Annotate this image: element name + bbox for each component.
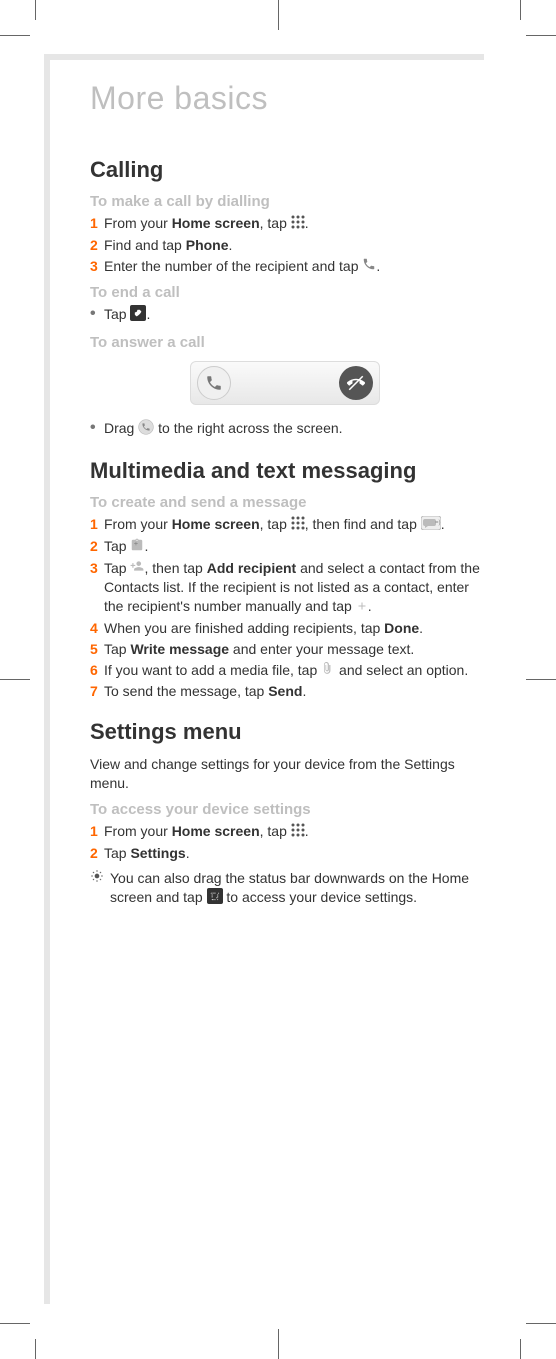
list-item: 4 When you are finished adding recipient… [90,619,480,638]
step-text: From your Home screen, tap . [104,822,480,842]
apps-grid-icon [291,823,305,842]
step-text: Enter the number of the recipient and ta… [104,257,480,277]
step-number: 1 [90,822,104,842]
drag-handle-icon [138,419,154,440]
settings-intro: View and change settings for your device… [90,755,480,793]
list-item: 3 Tap , then tap Add recipient and selec… [90,559,480,617]
tip-text: You can also drag the status bar downwar… [110,869,480,909]
step-number: 2 [90,236,104,255]
step-number: 7 [90,682,104,701]
step-text: Tap Settings. [104,844,480,863]
step-number: 2 [90,844,104,863]
apps-grid-icon [291,516,305,535]
dial-call-icon [362,257,376,276]
list-item: 3 Enter the number of the recipient and … [90,257,480,277]
step-text: From your Home screen, tap , then find a… [104,515,480,535]
reject-icon [339,366,373,400]
add-contact-icon [130,559,144,578]
step-number: 3 [90,257,104,277]
end-call-icon [130,305,146,326]
page-content: More basics Calling To make a call by di… [90,80,480,927]
quick-settings-icon [207,888,223,909]
list-item: 2 Tap Settings. [90,844,480,863]
list-item: 1 From your Home screen, tap . [90,822,480,842]
list-item: 1 From your Home screen, tap . [90,214,480,234]
list-item: 5 Tap Write message and enter your messa… [90,640,480,659]
messaging-app-icon: =) [421,516,441,535]
hint-icon [90,869,110,909]
heading-settings: Settings menu [90,719,480,745]
step-text: Drag to the right across the screen. [104,419,480,440]
subheading-answer-call: To answer a call [90,334,480,351]
step-text: Tap Write message and enter your message… [104,640,480,659]
step-number: 2 [90,537,104,557]
heading-messaging: Multimedia and text messaging [90,458,480,484]
subheading-end-call: To end a call [90,284,480,301]
step-text: If you want to add a media file, tap and… [104,661,480,681]
bullet: • [90,305,104,326]
step-text: Find and tap Phone. [104,236,480,255]
list-item: 7 To send the message, tap Send. [90,682,480,701]
list-item: • Drag to the right across the screen. [90,419,480,440]
plus-icon [356,598,368,617]
step-text: Tap . [104,537,480,557]
step-text: Tap . [104,305,480,326]
subheading-access-settings: To access your device settings [90,801,480,818]
step-text: To send the message, tap Send. [104,682,480,701]
list-item: 2 Find and tap Phone. [90,236,480,255]
step-number: 1 [90,515,104,535]
list-item: 1 From your Home screen, tap , then find… [90,515,480,535]
apps-grid-icon [291,215,305,234]
list-item: 6 If you want to add a media file, tap a… [90,661,480,681]
step-number: 4 [90,619,104,638]
list-item: • Tap . [90,305,480,326]
answer-icon [197,366,231,400]
bullet: • [90,419,104,440]
list-item: 2 Tap . [90,537,480,557]
step-number: 1 [90,214,104,234]
heading-calling: Calling [90,157,480,183]
step-text: From your Home screen, tap . [104,214,480,234]
tip-note: You can also drag the status bar downwar… [90,869,480,909]
step-number: 5 [90,640,104,659]
subheading-create-message: To create and send a message [90,494,480,511]
step-number: 3 [90,559,104,617]
step-text: When you are finished adding recipients,… [104,619,480,638]
page-title: More basics [90,80,480,117]
answer-call-illustration [190,361,380,405]
attachment-icon [321,662,335,681]
step-text: Tap , then tap Add recipient and select … [104,559,480,617]
step-number: 6 [90,661,104,681]
svg-text:=): =) [435,520,441,526]
new-message-icon [130,538,144,557]
subheading-dial: To make a call by dialling [90,193,480,210]
